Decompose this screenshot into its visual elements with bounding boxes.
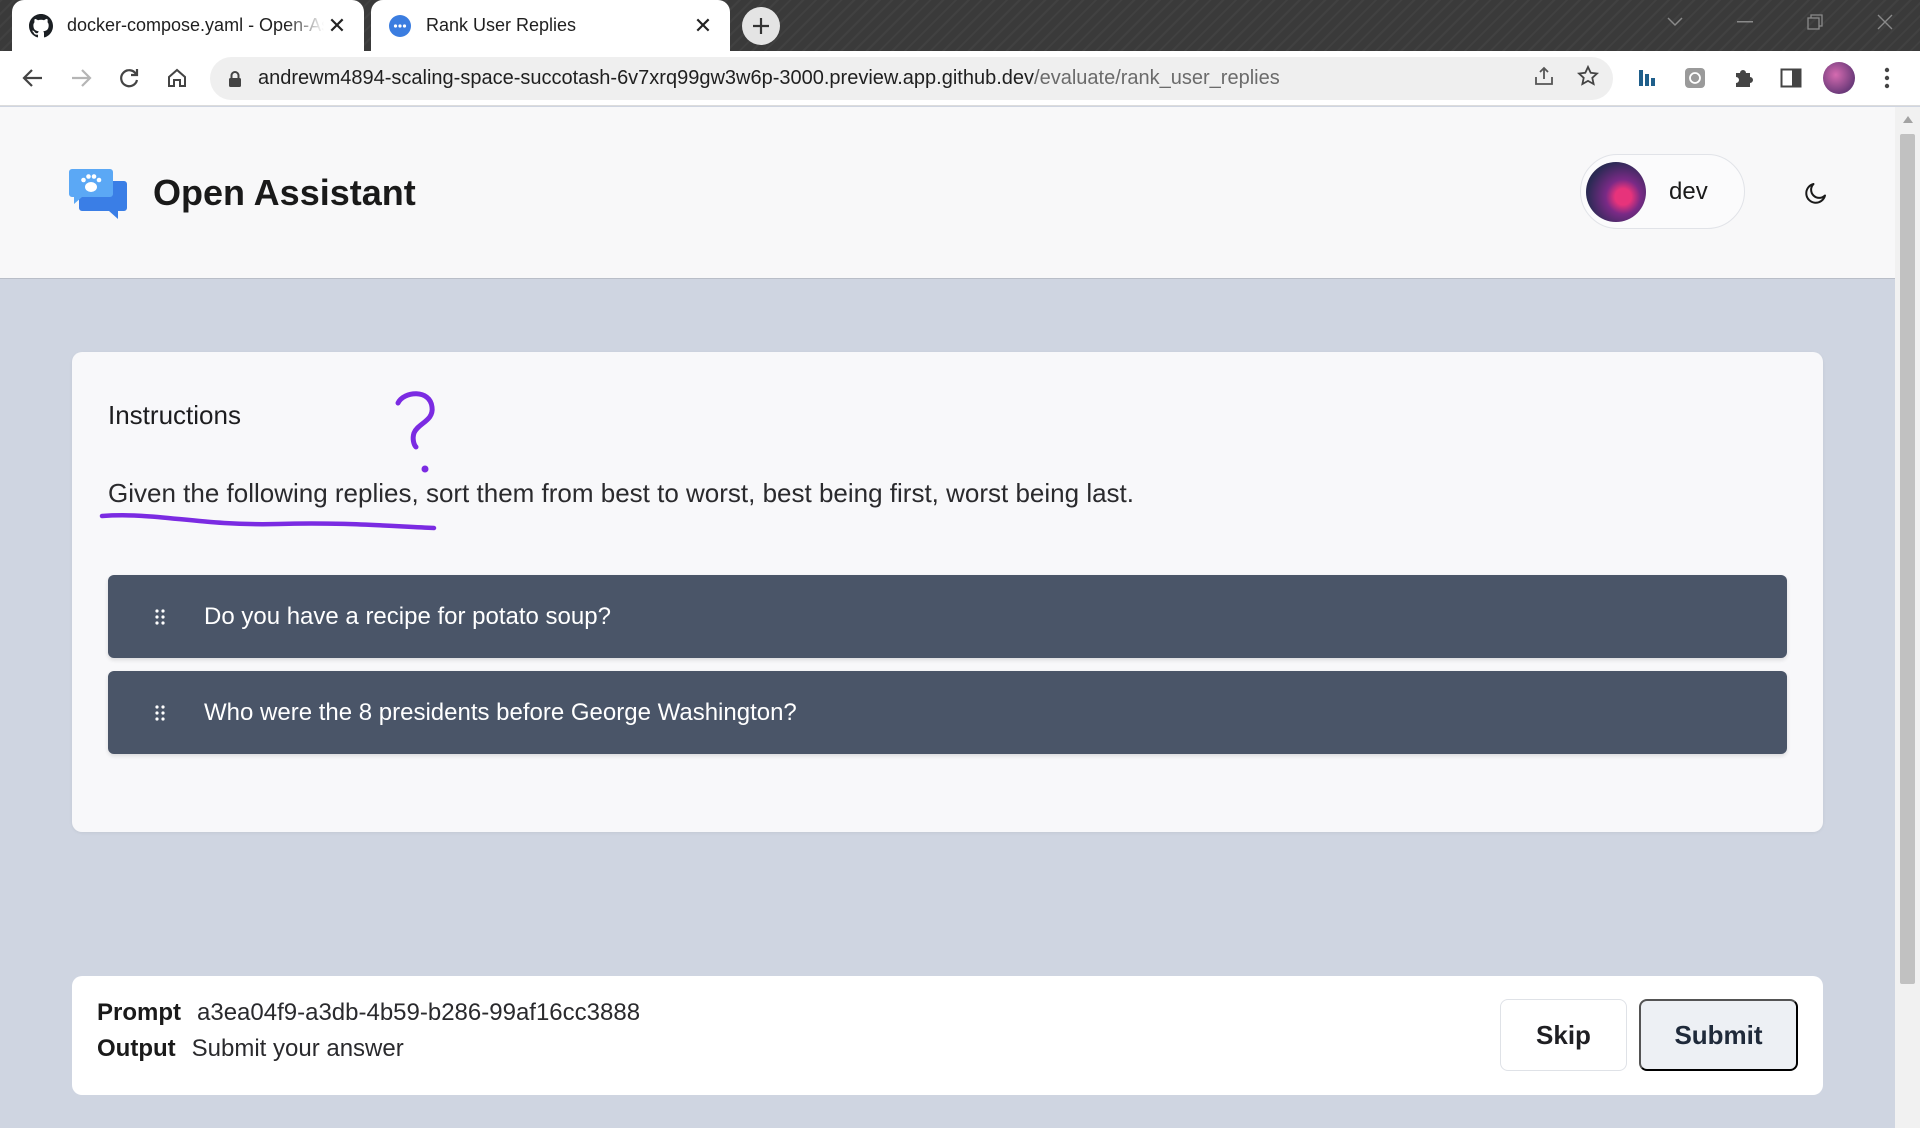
url-path: /evaluate/rank_user_replies [1034,67,1280,89]
close-tab-icon[interactable]: ✕ [324,13,350,39]
output-value: Submit your answer [191,1035,404,1062]
prompt-label: Prompt [97,999,181,1026]
dark-mode-toggle[interactable] [1800,177,1832,209]
browser-tab-strip: docker-compose.yaml - Open-Assistant ✕ R… [0,0,1920,51]
browser-toolbar: andrewm4894-scaling-space-succotash-6v7x… [0,51,1920,106]
lock-icon[interactable] [228,70,242,88]
extension-analytics-icon[interactable] [1631,62,1663,94]
home-icon[interactable] [160,61,194,95]
page-viewport: Open Assistant dev Instructions Given th… [0,107,1895,1128]
scrollbar-thumb[interactable] [1900,134,1915,984]
browser-menu-icon[interactable] [1871,62,1903,94]
reply-text: Who were the 8 presidents before George … [204,698,797,726]
reply-sortable-item[interactable]: Who were the 8 presidents before George … [108,671,1787,754]
open-assistant-logo-icon[interactable] [68,167,128,219]
scroll-up-arrow-icon[interactable] [1895,107,1920,131]
app-header: Open Assistant dev [0,107,1895,279]
reload-icon[interactable] [112,61,146,95]
close-tab-icon[interactable]: ✕ [690,13,716,39]
profile-avatar-icon[interactable] [1823,62,1855,94]
url-text: andrewm4894-scaling-space-succotash-6v7x… [258,67,1280,90]
github-icon [29,13,53,38]
extension-openai-icon[interactable] [1679,62,1711,94]
user-menu-button[interactable]: dev [1580,154,1745,229]
reply-sortable-item[interactable]: Do you have a recipe for potato soup? [108,575,1787,658]
minimize-icon[interactable] [1710,0,1780,44]
url-host: andrewm4894-scaling-space-succotash-6v7x… [258,67,1035,89]
tab-title: docker-compose.yaml - Open-Assistant [67,15,324,35]
user-name: dev [1669,177,1708,205]
back-icon[interactable] [16,61,50,95]
extensions-puzzle-icon[interactable] [1727,62,1759,94]
prompt-row: Prompt a3ea04f9-a3db-4b59-b286-99af16cc3… [97,999,640,1027]
tab-search-icon[interactable] [1640,0,1710,44]
new-tab-button[interactable] [742,7,780,45]
plus-icon [753,18,769,34]
reply-text: Do you have a recipe for potato soup? [204,602,611,630]
task-card: Instructions Given the following replies… [72,352,1823,832]
page-scrollbar[interactable] [1895,107,1920,1128]
instruction-underlined-text: Given the following replies, [108,478,419,508]
browser-tab-docker-compose[interactable]: docker-compose.yaml - Open-Assistant ✕ [12,0,364,51]
bookmark-star-icon[interactable] [1576,64,1600,92]
skip-button[interactable]: Skip [1500,999,1627,1071]
output-row: Output Submit your answer [97,1035,404,1063]
close-window-icon[interactable] [1850,0,1920,44]
output-label: Output [97,1035,176,1062]
open-assistant-favicon [388,14,412,38]
instructions-heading: Instructions [108,400,241,430]
prompt-value: a3ea04f9-a3db-4b59-b286-99af16cc3888 [197,999,641,1026]
drag-handle-icon[interactable] [148,608,172,626]
address-bar[interactable]: andrewm4894-scaling-space-succotash-6v7x… [210,57,1613,100]
share-icon[interactable] [1533,65,1555,92]
side-panel-icon[interactable] [1775,62,1807,94]
submit-button[interactable]: Submit [1639,999,1798,1071]
window-controls [1640,0,1920,44]
instruction-rest-text: sort them from best to worst, best being… [418,478,1134,508]
app-brand-title[interactable]: Open Assistant [153,172,416,214]
forward-icon[interactable] [64,61,98,95]
user-avatar [1586,161,1646,222]
browser-tab-rank-user-replies[interactable]: Rank User Replies ✕ [371,0,730,51]
instruction-text: Given the following replies, sort them f… [108,478,1134,509]
restore-icon[interactable] [1780,0,1850,44]
drag-handle-icon[interactable] [148,704,172,722]
moon-icon [1805,183,1826,204]
task-footer: Prompt a3ea04f9-a3db-4b59-b286-99af16cc3… [72,976,1823,1095]
tab-title: Rank User Replies [426,15,577,35]
